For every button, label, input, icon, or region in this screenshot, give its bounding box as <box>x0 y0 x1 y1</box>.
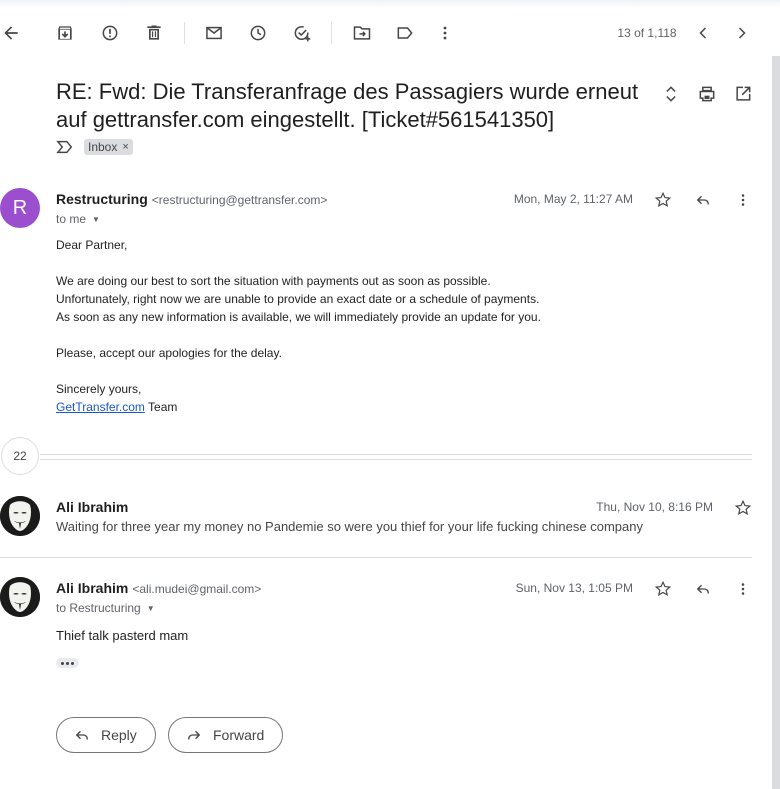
body-line: As soon as any new information is availa… <box>56 310 541 324</box>
recipient-dropdown[interactable]: to me ▼ <box>56 212 100 226</box>
sender-name[interactable]: Ali Ibrahim <box>56 499 128 515</box>
open-new-window-icon[interactable] <box>729 80 757 108</box>
signature-team: GetTransfer.com Team <box>56 398 177 416</box>
remove-label-icon[interactable]: × <box>122 141 128 153</box>
body-line: Unfortunately, right now we are unable t… <box>56 292 540 306</box>
older-icon[interactable] <box>685 14 721 52</box>
message-snippet[interactable]: Waiting for three year my money no Pande… <box>56 519 643 534</box>
reply-icon[interactable] <box>691 188 715 212</box>
message-divider <box>0 557 752 558</box>
recipient-dropdown[interactable]: to Restructuring ▼ <box>56 601 155 615</box>
show-trimmed-content-button[interactable] <box>56 658 79 668</box>
message-body: Thief talk pasterd mam <box>56 628 189 643</box>
collapsed-messages-button[interactable]: 22 <box>1 437 39 475</box>
chevron-down-icon: ▼ <box>92 214 100 224</box>
print-icon[interactable] <box>693 80 721 108</box>
message-toolbar: 13 of 1,118 <box>0 14 772 52</box>
sender-name[interactable]: Ali Ibrahim <ali.mudei@gmail.com> <box>56 580 261 596</box>
message-date: Thu, Nov 10, 8:16 PM <box>596 500 713 514</box>
gettransfer-link[interactable]: GetTransfer.com <box>56 400 145 414</box>
report-spam-icon[interactable] <box>92 14 128 52</box>
recipient-text: to me <box>56 212 87 226</box>
add-task-icon[interactable] <box>284 14 320 52</box>
more-vert-icon[interactable] <box>731 188 755 212</box>
recipient-text: to Restructuring <box>56 601 141 615</box>
sender-email: <ali.mudei@gmail.com> <box>132 582 262 596</box>
body-line: We are doing our best to sort the situat… <box>56 274 491 288</box>
email-subject: RE: Fwd: Die Transferanfrage des Passagi… <box>56 79 639 132</box>
label-icon[interactable] <box>387 14 423 52</box>
inbox-label-chip: Inbox × <box>84 139 133 155</box>
scrollbar[interactable] <box>772 56 780 789</box>
star-icon[interactable] <box>651 188 675 212</box>
sender-name-text: Restructuring <box>56 191 148 207</box>
sender-name-text: Ali Ibrahim <box>56 580 129 596</box>
back-arrow-icon[interactable] <box>0 14 29 52</box>
signature-line: Sincerely yours, <box>56 382 142 396</box>
reply-button-label: Reply <box>101 727 137 743</box>
thread-divider <box>40 459 752 460</box>
avatar[interactable] <box>0 496 40 536</box>
label-row: Inbox × <box>56 138 133 156</box>
message-date: Mon, May 2, 11:27 AM <box>513 192 633 206</box>
star-icon[interactable] <box>731 496 755 520</box>
message-counter: 13 of 1,118 <box>617 26 677 40</box>
more-vert-icon[interactable] <box>731 577 755 601</box>
reply-icon <box>75 730 88 740</box>
forward-button[interactable]: Forward <box>168 717 284 753</box>
toolbar-separator <box>184 22 185 44</box>
body-greeting: Dear Partner, <box>56 238 128 252</box>
toolbar-separator <box>331 22 332 44</box>
star-icon[interactable] <box>651 577 675 601</box>
more-vert-icon[interactable] <box>427 14 463 52</box>
sender-name[interactable]: Restructuring <restructuring@gettransfer.… <box>56 191 327 207</box>
signature-team-text: Team <box>144 400 178 414</box>
top-bar-fade <box>0 0 780 8</box>
newer-icon[interactable] <box>724 14 760 52</box>
mark-unread-icon[interactable] <box>196 14 232 52</box>
delete-icon[interactable] <box>136 14 172 52</box>
chevron-down-icon: ▼ <box>146 603 155 613</box>
forward-icon <box>188 730 201 740</box>
avatar[interactable]: R <box>0 188 40 228</box>
reply-button[interactable]: Reply <box>56 717 156 753</box>
move-to-icon[interactable] <box>344 14 380 52</box>
sender-email: <restructuring@gettransfer.com> <box>151 193 328 207</box>
message-date: Sun, Nov 13, 1:05 PM <box>515 581 633 595</box>
avatar[interactable] <box>0 577 40 617</box>
archive-icon[interactable] <box>47 14 83 52</box>
important-marker-icon[interactable] <box>56 139 74 155</box>
body-line: Please, accept our apologies for the del… <box>56 346 282 360</box>
expand-collapse-icon[interactable] <box>657 80 685 108</box>
reply-icon[interactable] <box>691 577 715 601</box>
thread-divider <box>40 454 752 455</box>
label-chip-text: Inbox <box>88 140 118 154</box>
forward-button-label: Forward <box>213 727 265 743</box>
snooze-icon[interactable] <box>240 14 276 52</box>
